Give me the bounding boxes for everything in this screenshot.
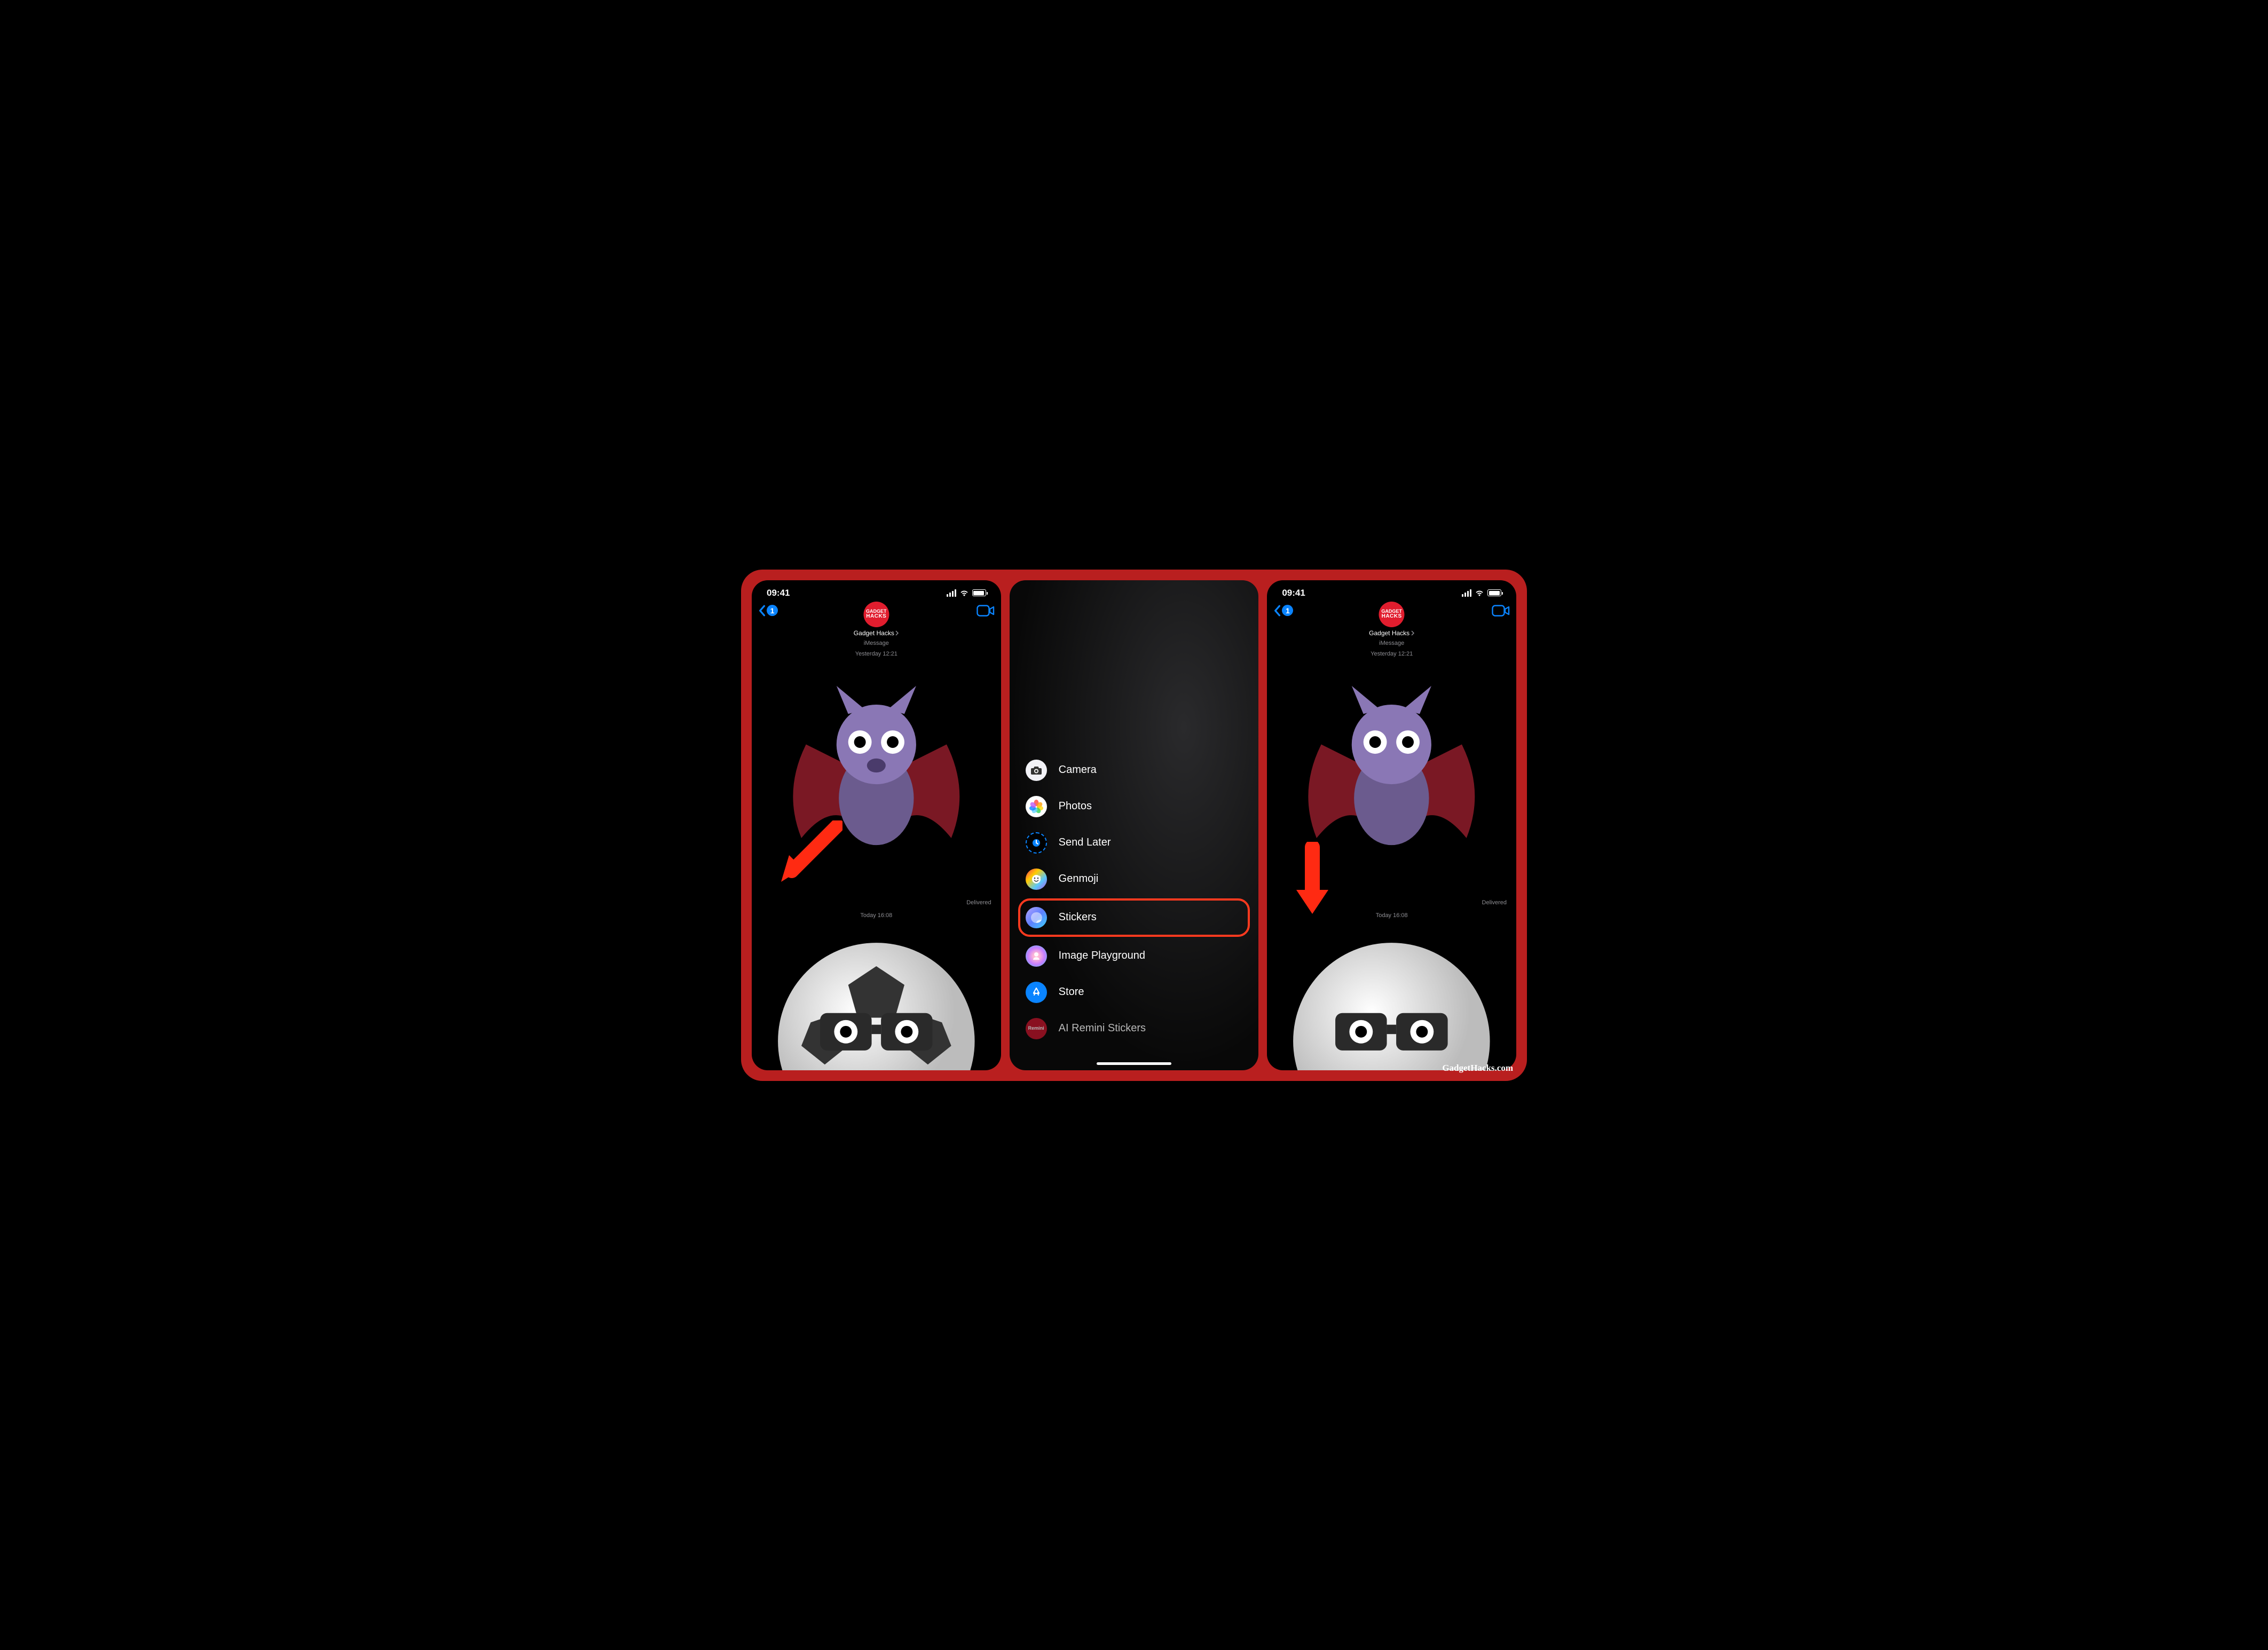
tutorial-panels: 09:41 1 GADGETHACKS Gadget Hacks [741, 570, 1527, 1081]
genmoji-icon [1026, 869, 1047, 890]
thread-type: iMessage [759, 640, 994, 646]
status-bar: 09:41 [752, 580, 1001, 602]
soccer-nerd-icon [1274, 924, 1509, 1070]
menu-label: Send Later [1059, 836, 1111, 849]
menu-label: Photos [1059, 800, 1092, 812]
menu-label: Genmoji [1059, 873, 1098, 885]
sent-sticker-ball[interactable] [1274, 924, 1509, 1070]
back-button[interactable]: 1 [758, 605, 778, 617]
battery-icon [972, 589, 986, 596]
photos-icon [1026, 796, 1047, 817]
home-indicator[interactable] [1097, 1062, 1171, 1065]
menu-label: Camera [1059, 764, 1097, 776]
arrow-annotation-icon [1288, 842, 1336, 917]
menu-label: AI Remini Stickers [1059, 1022, 1146, 1035]
signal-icon [947, 589, 956, 597]
menu-store[interactable]: Store [1020, 974, 1248, 1010]
image-playground-icon [1026, 945, 1047, 967]
status-time: 09:41 [1282, 588, 1305, 598]
back-button[interactable]: 1 [1273, 605, 1293, 617]
menu-label: Store [1059, 986, 1084, 998]
back-badge: 1 [1282, 605, 1293, 616]
phone-panel-2: Camera Photos [1010, 580, 1259, 1070]
timestamp-1: Yesterday 12:21 [759, 651, 994, 657]
sent-sticker-ball[interactable] [759, 924, 994, 1070]
chat-header: 1 GADGETHACKS Gadget Hacks [1267, 602, 1516, 617]
wifi-icon [1475, 589, 1484, 597]
clock-dashed-icon [1026, 832, 1047, 854]
camera-icon [1026, 760, 1047, 781]
chat-header: 1 GADGETHACKS Gadget Hacks [752, 602, 1001, 617]
watermark: GadgetHacks.com [1442, 1063, 1513, 1073]
menu-label: Image Playground [1059, 950, 1145, 962]
status-bar: 09:41 [1267, 580, 1516, 602]
signal-icon [1462, 589, 1471, 597]
battery-icon [1487, 589, 1501, 596]
delivered-label: Delivered [759, 899, 991, 906]
status-time: 09:41 [767, 588, 790, 598]
wifi-icon [959, 589, 969, 597]
facetime-button[interactable] [1492, 605, 1510, 617]
plus-menu: Camera Photos [1010, 752, 1259, 1070]
remini-icon: Remini [1026, 1018, 1047, 1039]
menu-genmoji[interactable]: Genmoji [1020, 861, 1248, 897]
stickers-icon [1026, 907, 1047, 928]
phone-panel-3: 09:41 1 GADGETHACKS Gadget Hacks [1267, 580, 1516, 1070]
back-badge: 1 [767, 605, 778, 616]
status-right [1462, 589, 1501, 597]
menu-remini[interactable]: Remini AI Remini Stickers [1020, 1010, 1248, 1047]
phone-panel-1: 09:41 1 GADGETHACKS Gadget Hacks [752, 580, 1001, 1070]
menu-image-playground[interactable]: Image Playground [1020, 938, 1248, 974]
facetime-button[interactable] [976, 605, 995, 617]
timestamp-2: Today 16:08 [759, 912, 994, 919]
appstore-icon [1026, 982, 1047, 1003]
status-right [947, 589, 986, 597]
timestamp-1: Yesterday 12:21 [1274, 651, 1509, 657]
menu-label: Stickers [1059, 911, 1097, 923]
menu-camera[interactable]: Camera [1020, 752, 1248, 788]
menu-photos[interactable]: Photos [1020, 788, 1248, 825]
menu-send-later[interactable]: Send Later [1020, 825, 1248, 861]
arrow-annotation-icon [773, 820, 842, 885]
menu-stickers[interactable]: Stickers [1018, 898, 1250, 937]
thread-type: iMessage [1274, 640, 1509, 646]
soccer-nerd-icon [759, 924, 994, 1070]
